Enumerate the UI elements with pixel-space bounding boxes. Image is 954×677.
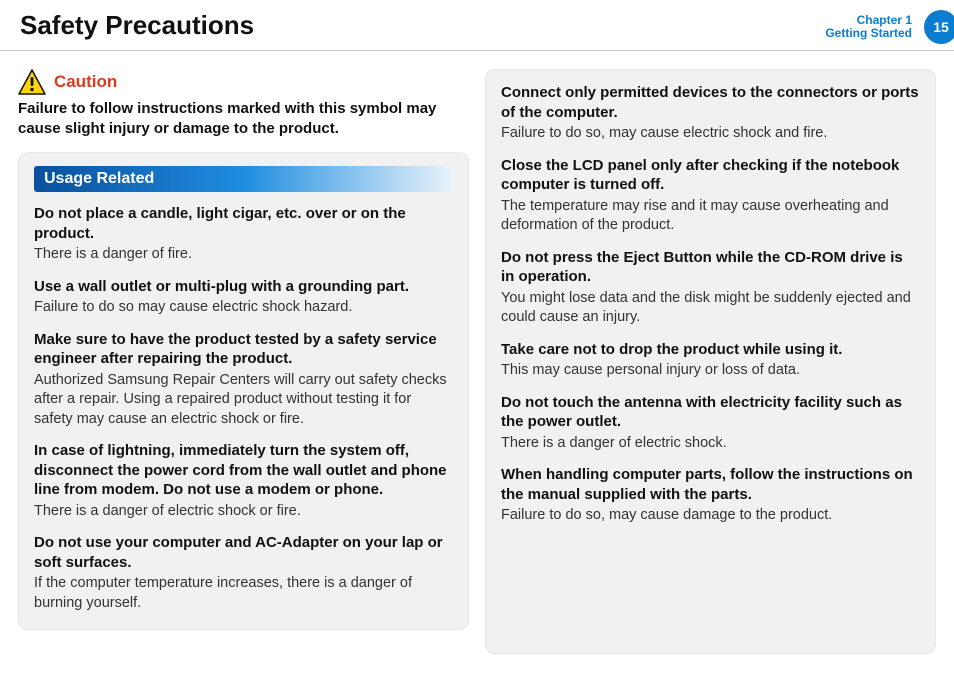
usage-item-heading: In case of lightning, immediately turn t… bbox=[34, 441, 453, 500]
precaution-heading: Connect only permitted devices to the co… bbox=[501, 83, 920, 122]
precaution-item: When handling computer parts, follow the… bbox=[501, 465, 920, 526]
header-meta: Chapter 1 Getting Started 15 bbox=[825, 10, 954, 44]
precaution-heading: Close the LCD panel only after checking … bbox=[501, 156, 920, 195]
usage-item-body: Failure to do so may cause electric shoc… bbox=[34, 298, 453, 318]
usage-item-body: Authorized Samsung Repair Centers will c… bbox=[34, 371, 453, 430]
page-header: Safety Precautions Chapter 1 Getting Sta… bbox=[0, 0, 954, 51]
precaution-body: The temperature may rise and it may caus… bbox=[501, 197, 920, 236]
chapter-block: Chapter 1 Getting Started bbox=[825, 14, 916, 40]
page-number-badge: 15 bbox=[924, 10, 954, 44]
caution-header: Caution bbox=[18, 69, 469, 95]
usage-item-heading: Do not place a candle, light cigar, etc.… bbox=[34, 204, 453, 243]
usage-item: Use a wall outlet or multi-plug with a g… bbox=[34, 277, 453, 318]
usage-related-heading: Usage Related bbox=[34, 166, 453, 192]
usage-item: Do not use your computer and AC-Adapter … bbox=[34, 533, 453, 613]
precaution-body: You might lose data and the disk might b… bbox=[501, 289, 920, 328]
usage-item: In case of lightning, immediately turn t… bbox=[34, 441, 453, 521]
right-box: Connect only permitted devices to the co… bbox=[485, 69, 936, 654]
content-columns: Caution Failure to follow instructions m… bbox=[0, 51, 954, 654]
precaution-item: Connect only permitted devices to the co… bbox=[501, 83, 920, 144]
precaution-heading: When handling computer parts, follow the… bbox=[501, 465, 920, 504]
right-column: Connect only permitted devices to the co… bbox=[485, 69, 936, 654]
precaution-body: Failure to do so, may cause electric sho… bbox=[501, 124, 920, 144]
usage-item-heading: Make sure to have the product tested by … bbox=[34, 330, 453, 369]
chapter-section: Getting Started bbox=[825, 27, 912, 40]
usage-item-body: There is a danger of fire. bbox=[34, 245, 453, 265]
precaution-heading: Take care not to drop the product while … bbox=[501, 340, 920, 360]
left-column: Caution Failure to follow instructions m… bbox=[18, 69, 469, 654]
usage-related-box: Usage Related Do not place a candle, lig… bbox=[18, 152, 469, 630]
usage-item: Make sure to have the product tested by … bbox=[34, 330, 453, 430]
usage-item-body: There is a danger of electric shock or f… bbox=[34, 502, 453, 522]
usage-item-body: If the computer temperature increases, t… bbox=[34, 574, 453, 613]
caution-description: Failure to follow instructions marked wi… bbox=[18, 99, 469, 138]
precaution-body: This may cause personal injury or loss o… bbox=[501, 361, 920, 381]
precaution-heading: Do not touch the antenna with electricit… bbox=[501, 393, 920, 432]
usage-item-heading: Use a wall outlet or multi-plug with a g… bbox=[34, 277, 453, 297]
precaution-item: Close the LCD panel only after checking … bbox=[501, 156, 920, 236]
precaution-body: There is a danger of electric shock. bbox=[501, 434, 920, 454]
precaution-body: Failure to do so, may cause damage to th… bbox=[501, 506, 920, 526]
precaution-item: Take care not to drop the product while … bbox=[501, 340, 920, 381]
precaution-heading: Do not press the Eject Button while the … bbox=[501, 248, 920, 287]
precaution-item: Do not touch the antenna with electricit… bbox=[501, 393, 920, 454]
caution-label: Caution bbox=[54, 72, 117, 92]
usage-item: Do not place a candle, light cigar, etc.… bbox=[34, 204, 453, 265]
page-title: Safety Precautions bbox=[20, 10, 254, 41]
warning-icon bbox=[18, 69, 46, 95]
precaution-item: Do not press the Eject Button while the … bbox=[501, 248, 920, 328]
usage-item-heading: Do not use your computer and AC-Adapter … bbox=[34, 533, 453, 572]
